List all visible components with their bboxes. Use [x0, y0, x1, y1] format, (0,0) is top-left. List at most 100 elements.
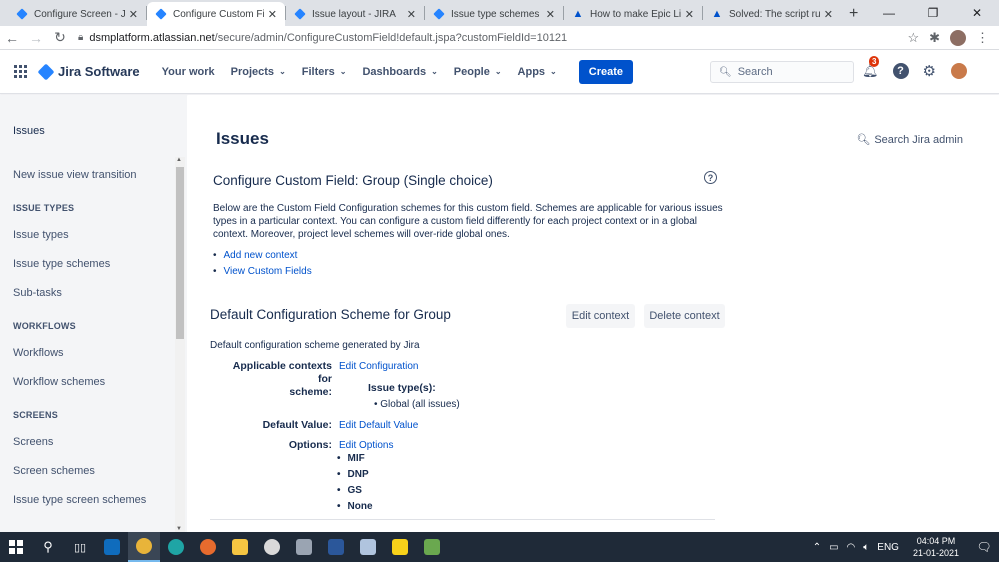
battery-icon[interactable]: ▭ [829, 542, 838, 553]
sidebar-item-issue-types[interactable]: Issue types [13, 229, 69, 241]
jira-icon [155, 8, 167, 20]
app-icon[interactable] [352, 532, 384, 562]
search-jira-admin-link[interactable]: 🔍︎ Search Jira admin [856, 133, 963, 146]
chevron-down-icon: ⌄ [279, 67, 286, 76]
browser-tab-title: Configure Custom Field: [173, 8, 264, 20]
notifications-bell-icon[interactable]: 🔔︎ 3 [862, 56, 880, 79]
chrome-icon[interactable] [128, 532, 160, 562]
browser-profile-avatar[interactable] [950, 29, 966, 46]
nav-item-label: Apps [517, 65, 546, 78]
close-tab-icon[interactable]: ✕ [268, 8, 277, 21]
browser-menu-icon[interactable]: ⋮ [976, 30, 989, 46]
sidebar-item-issue-type-screen-schemes[interactable]: Issue type screen schemes [13, 494, 146, 506]
url-field[interactable]: 🔒︎ dsmplatform.atlassian.net/secure/admi… [78, 28, 907, 48]
bookmark-star-icon[interactable]: ☆ [907, 30, 919, 46]
browser-tab[interactable]: ▲ How to make Epic Link ✕ [564, 2, 702, 26]
volume-icon[interactable]: 🔈︎ [863, 542, 869, 553]
task-view-icon[interactable]: ▯▯ [64, 532, 96, 562]
close-tab-icon[interactable]: ✕ [407, 8, 416, 21]
minimize-icon[interactable]: — [867, 0, 911, 26]
close-tab-icon[interactable]: ✕ [546, 8, 555, 21]
nav-item-filters[interactable]: Filters ⌄ [302, 66, 347, 78]
sidebar-item-workflows[interactable]: Workflows [13, 347, 64, 359]
word-icon[interactable] [320, 532, 352, 562]
nav-item-projects[interactable]: Projects ⌄ [231, 66, 286, 78]
create-button[interactable]: Create [578, 59, 633, 84]
forward-arrow-icon[interactable]: → [24, 30, 48, 46]
issue-types-value: • Global (all issues) [374, 399, 460, 410]
wifi-icon[interactable]: ◠ [847, 542, 856, 553]
edge-icon[interactable] [160, 532, 192, 562]
browser-tab[interactable]: Configure Screen - JIRA ✕ [8, 2, 146, 26]
reload-icon[interactable]: ↻ [48, 29, 72, 46]
app-icon[interactable] [416, 532, 448, 562]
sticky-notes-icon[interactable] [384, 532, 416, 562]
taskbar-search-icon[interactable]: ⚲ [32, 532, 64, 562]
app-icon[interactable] [256, 532, 288, 562]
new-tab-button[interactable]: + [841, 2, 866, 26]
extensions-icon[interactable]: ✱ [929, 30, 940, 46]
clock-date: 21-01-2021 [912, 548, 959, 558]
sidebar-scrollbar[interactable]: ▲ ▼ [175, 157, 185, 532]
edit-context-button[interactable]: Edit context [566, 304, 635, 328]
edit-configuration-link[interactable]: Edit Configuration [339, 361, 419, 372]
sidebar-item-issue-type-schemes[interactable]: Issue type schemes [13, 258, 110, 270]
sidebar-item-new-issue-view-transition[interactable]: New issue view transition [13, 169, 137, 181]
option-item: MIF [337, 453, 365, 464]
sidebar-heading: Issues [13, 125, 45, 137]
nav-item-your-work[interactable]: Your work [162, 66, 215, 78]
close-tab-icon[interactable]: ✕ [824, 8, 833, 21]
atlassian-icon: ▲ [711, 8, 723, 20]
chevron-down-icon: ⌄ [494, 67, 502, 76]
help-question-icon[interactable]: ? [704, 171, 717, 184]
firefox-icon[interactable] [192, 532, 224, 562]
close-tab-icon[interactable]: ✕ [129, 8, 138, 21]
user-avatar[interactable] [949, 62, 968, 80]
browser-tab[interactable]: Issue layout - JIRA ✕ [286, 2, 424, 26]
browser-tab[interactable]: Configure Custom Field: ✕ [147, 2, 285, 26]
edit-default-value-link[interactable]: Edit Default Value [339, 420, 418, 431]
tray-chevron-up-icon[interactable]: ⌃ [813, 542, 821, 553]
sidebar-item-screen-schemes[interactable]: Screen schemes [13, 465, 95, 477]
nav-item-dashboards[interactable]: Dashboards ⌄ [362, 66, 437, 78]
restore-icon[interactable]: ❐ [911, 0, 955, 26]
notification-center-icon[interactable]: 🗨︎ [969, 532, 999, 562]
app-icon[interactable] [288, 532, 320, 562]
app-switcher-icon[interactable] [14, 64, 28, 79]
jira-logo[interactable]: Jira Software [37, 63, 140, 80]
browser-tab[interactable]: ▲ Solved: The script runn ✕ [703, 2, 841, 26]
main-content: Issues 🔍︎ Search Jira admin Configure Cus… [188, 95, 999, 532]
windows-start-icon[interactable] [0, 532, 32, 562]
outlook-icon[interactable] [96, 532, 128, 562]
sidebar-scroll-area: New issue view transition ISSUE TYPES Issu… [0, 155, 187, 532]
jira-icon [294, 8, 306, 20]
url-path: /secure/admin/ConfigureCustomField!defau… [214, 31, 568, 44]
close-tab-icon[interactable]: ✕ [685, 8, 694, 21]
nav-item-apps[interactable]: Apps ⌄ [518, 66, 557, 78]
search-icon: 🔍︎ [856, 134, 871, 146]
back-arrow-icon[interactable]: ← [0, 30, 24, 46]
file-explorer-icon[interactable] [224, 532, 256, 562]
delete-context-button[interactable]: Delete context [644, 304, 725, 328]
clock-time: 04:04 PM [916, 536, 956, 546]
scrollbar-thumb[interactable] [176, 167, 184, 339]
nav-item-people[interactable]: People ⌄ [454, 66, 502, 78]
sidebar-item-workflow-schemes[interactable]: Workflow schemes [13, 376, 105, 388]
scroll-up-arrow-icon[interactable]: ▲ [176, 157, 182, 163]
edit-options-link[interactable]: Edit Options [339, 440, 393, 451]
taskbar-clock[interactable]: 04:04 PM 21-01-2021 [913, 535, 959, 559]
nav-item-label: People [453, 65, 490, 78]
help-icon[interactable]: ? [892, 63, 909, 79]
browser-tab[interactable]: Issue type schemes - JIR ✕ [425, 2, 563, 26]
close-window-icon[interactable]: ✕ [955, 0, 999, 26]
search-input[interactable]: 🔍︎ Search [710, 61, 854, 83]
view-custom-fields-link[interactable]: View Custom Fields [213, 266, 312, 277]
language-indicator[interactable]: ENG [877, 542, 899, 553]
sidebar-item-screens[interactable]: Screens [13, 436, 53, 448]
add-new-context-link[interactable]: Add new context [213, 250, 312, 261]
browser-address-bar: ← → ↻ 🔒︎ dsmplatform.atlassian.net/secur… [0, 26, 999, 50]
notification-count-badge: 3 [869, 56, 880, 67]
sidebar-item-sub-tasks[interactable]: Sub-tasks [13, 287, 62, 299]
settings-gear-icon[interactable]: ⚙ [923, 62, 936, 80]
applicable-contexts-label: Applicable contexts for scheme: [228, 360, 332, 399]
